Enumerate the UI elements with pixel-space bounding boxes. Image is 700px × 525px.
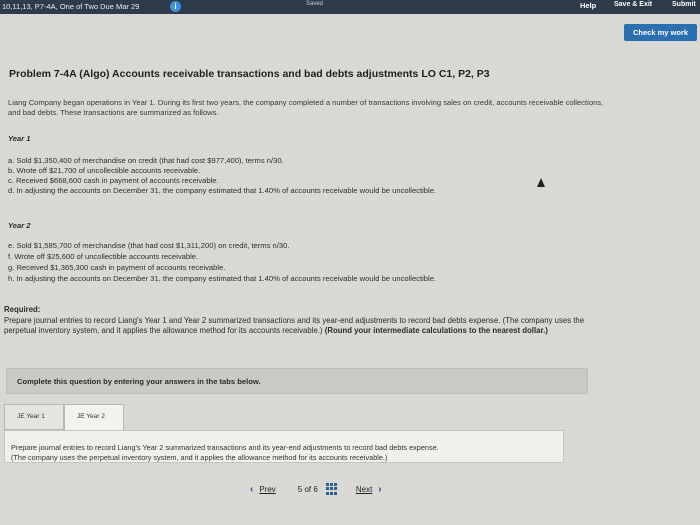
answer-tabs: JE Year 1 JE Year 2 — [4, 404, 124, 430]
chevron-left-icon: ‹ — [250, 483, 254, 495]
page-of: of — [304, 484, 312, 494]
submit-button[interactable]: Submit — [672, 1, 696, 8]
next-button[interactable]: Next › — [356, 484, 388, 495]
page-total: 6 — [313, 484, 318, 494]
prev-button[interactable]: ‹ Prev — [244, 484, 276, 495]
transaction-d: d. In adjusting the accounts on December… — [8, 186, 437, 195]
transaction-f: f. Wrote off $25,600 of uncollectible ac… — [8, 252, 199, 261]
transaction-a: a. Sold $1,350,400 of merchandise on cre… — [8, 156, 284, 165]
transaction-g: g. Received $1,365,300 cash in payment o… — [8, 263, 226, 272]
transaction-c: c. Received $668,600 cash in payment of … — [8, 176, 219, 185]
year1-label: Year 1 — [8, 134, 31, 143]
required-section: Required: Prepare journal entries to rec… — [4, 305, 614, 337]
transaction-e: e. Sold $1,585,700 of merchandise (that … — [8, 241, 290, 250]
tab-panel-line1: Prepare journal entries to record Liang'… — [11, 443, 439, 452]
help-link[interactable]: Help — [580, 1, 596, 10]
instructions-box: Complete this question by entering your … — [6, 368, 588, 394]
tab-panel: Prepare journal entries to record Liang'… — [4, 430, 564, 463]
saved-status: Saved — [306, 1, 324, 7]
page-count: 5 of 6 — [298, 485, 318, 494]
tab-je-year-1[interactable]: JE Year 1 — [4, 404, 64, 430]
problem-title: Problem 7-4A (Algo) Accounts receivable … — [9, 68, 490, 80]
next-label: Next — [355, 484, 373, 494]
check-my-work-button[interactable]: Check my work — [624, 24, 697, 41]
chevron-right-icon: › — [378, 483, 382, 495]
required-rounding-note: (Round your intermediate calculations to… — [324, 326, 548, 335]
top-bar: 10,11,13, P7-4A, One of Two Due Mar 29 i… — [0, 0, 700, 14]
pagination: ‹ Prev 5 of 6 Next › — [244, 482, 388, 496]
page-current: 5 — [297, 484, 303, 494]
assignment-title: 10,11,13, P7-4A, One of Two Due Mar 29 — [2, 2, 140, 11]
tab-je-year-2[interactable]: JE Year 2 — [64, 404, 124, 430]
complete-prompt: Complete this question by entering your … — [17, 377, 261, 386]
transaction-b: b. Wrote off $21,700 of uncollectible ac… — [8, 166, 201, 175]
required-heading: Required: — [4, 305, 41, 314]
year2-label: Year 2 — [8, 221, 31, 230]
tab-panel-line2: (The company uses the perpetual inventor… — [11, 452, 388, 462]
cursor-icon — [537, 178, 545, 187]
prev-label: Prev — [259, 484, 276, 494]
problem-intro: Liang Company began operations in Year 1… — [8, 98, 604, 117]
transaction-h: h. In adjusting the accounts on December… — [8, 274, 437, 283]
grid-icon[interactable] — [325, 483, 338, 495]
save-exit-button[interactable]: Save & Exit — [614, 1, 652, 8]
info-icon[interactable]: i — [170, 1, 181, 12]
